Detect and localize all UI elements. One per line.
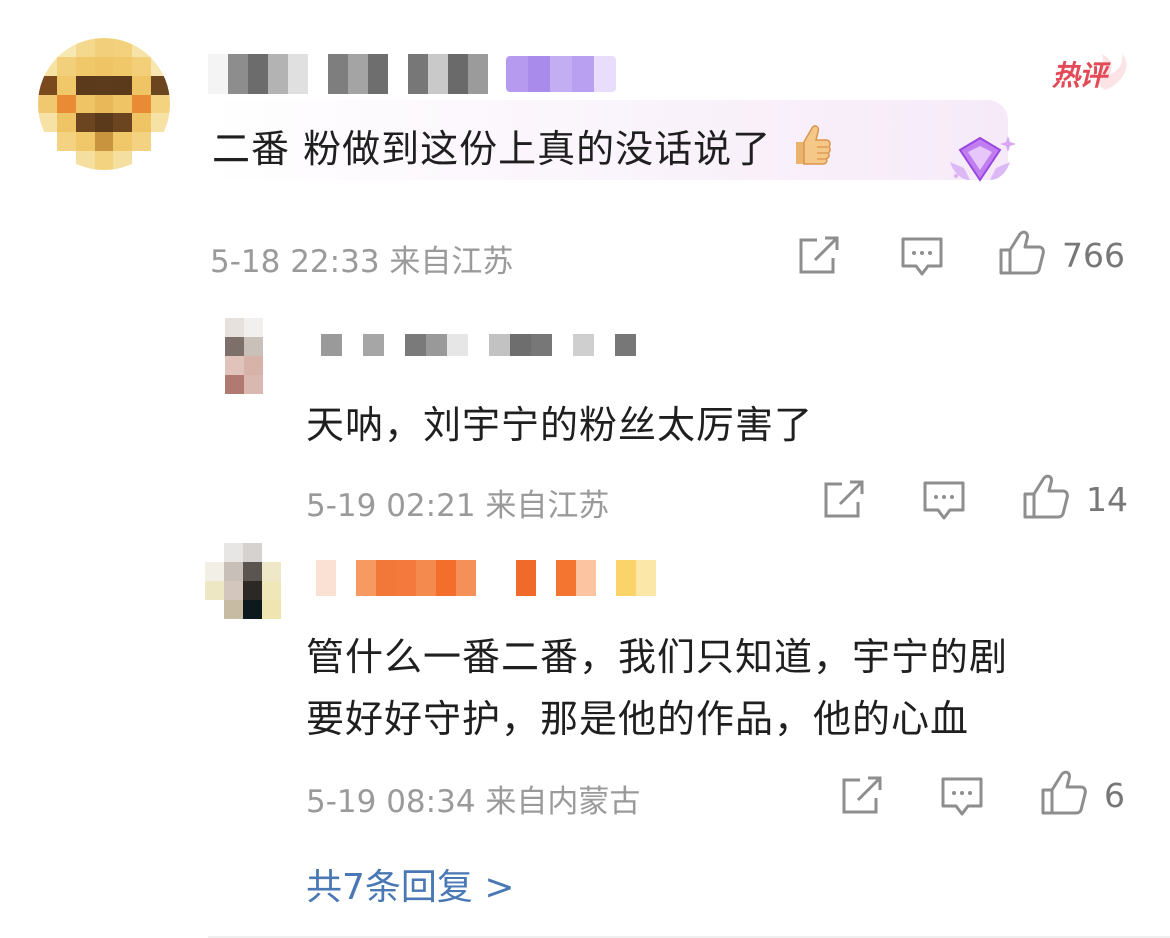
view-more-replies-link[interactable]: 共7条回复 > (306, 858, 515, 910)
like-icon[interactable] (1022, 474, 1070, 520)
reply-like-count: 6 (1104, 776, 1125, 815)
comment-icon[interactable] (900, 236, 944, 278)
main-comment-text-body: 二番 粉做到这份上真的没话说了 (212, 127, 772, 171)
main-comment-time: 5-18 22:33 来自江苏 (210, 244, 514, 280)
like-icon[interactable] (998, 230, 1046, 276)
diamond-fan-badge-icon (940, 128, 1020, 194)
hot-badge-label: 热评 (1052, 59, 1107, 92)
main-comment-text: 二番 粉做到这份上真的没话说了 (212, 118, 832, 177)
member-badge (506, 56, 616, 92)
reply-location: 来自江苏 (485, 488, 610, 524)
main-comment-location: 来自江苏 (389, 244, 514, 280)
like-icon[interactable] (1040, 770, 1088, 816)
share-icon[interactable] (822, 480, 866, 520)
main-like-count: 766 (1062, 236, 1125, 275)
avatar[interactable] (38, 38, 170, 170)
share-icon[interactable] (797, 236, 841, 276)
reply-avatar[interactable] (205, 543, 281, 619)
reply-location: 来自内蒙古 (485, 784, 641, 820)
comment-icon[interactable] (922, 480, 966, 522)
username[interactable] (208, 54, 488, 94)
hot-comment-badge: 热评 (1050, 52, 1132, 92)
reply-like-count: 14 (1086, 480, 1128, 519)
reply-avatar[interactable] (225, 318, 263, 394)
reply-username[interactable] (316, 560, 656, 596)
reply-time: 5-19 02:21 来自江苏 (306, 488, 610, 524)
reply-time: 5-19 08:34 来自内蒙古 (306, 784, 641, 820)
reply-username[interactable] (300, 334, 636, 356)
thumbs-up-emoji-icon (790, 122, 832, 177)
reply-text-line-2: 要好好守护，那是他的作品，他的心血 (306, 697, 970, 741)
reply-text-line-1: 管什么一番二番，我们只知道，宇宁的剧 (306, 635, 1009, 679)
share-icon[interactable] (840, 776, 884, 816)
comment-icon[interactable] (940, 776, 984, 818)
reply-text: 天呐，刘宇宁的粉丝太厉害了 (306, 403, 814, 447)
